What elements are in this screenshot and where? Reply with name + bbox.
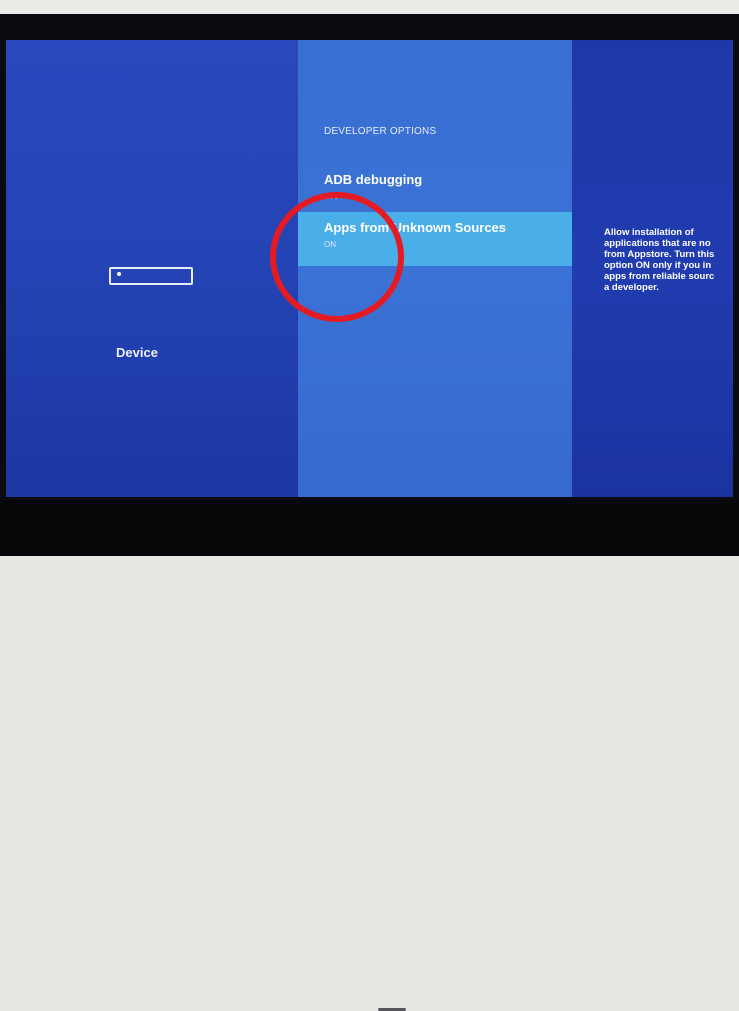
wall-background <box>0 0 739 14</box>
red-highlight-circle <box>270 192 404 322</box>
device-indicator-dot <box>117 272 121 276</box>
menu-item-title: ADB debugging <box>324 172 423 187</box>
description-panel: Allow installation of applications that … <box>572 40 733 497</box>
option-description: Allow installation of applications that … <box>604 227 715 293</box>
category-panel: Device <box>6 40 298 497</box>
tv-bottom-bezel <box>0 500 739 1011</box>
section-title: DEVELOPER OPTIONS <box>324 126 437 137</box>
device-category-label[interactable]: Device <box>116 345 196 360</box>
tv-device-icon <box>109 267 193 285</box>
